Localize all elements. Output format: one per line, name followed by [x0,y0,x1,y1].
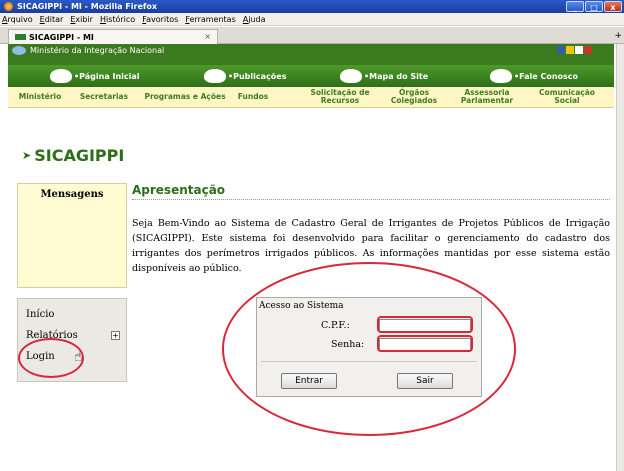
menu-historico[interactable]: Histórico [100,15,135,24]
nav-contact[interactable]: •Fale Conosco [490,69,578,83]
expand-icon[interactable]: + [111,331,120,340]
menu-comunicacao[interactable]: Comunicação Social [530,89,604,105]
tab-bar: SICAGIPPI - MI × + [0,27,624,44]
side-menu: Início Relatórios + Login ☝ [17,298,127,382]
login-panel: Acesso ao Sistema C.P.F.: Senha: Entrar … [256,297,482,397]
cpf-input[interactable] [379,319,471,332]
menu-arquivo[interactable]: Arquivo [2,15,33,24]
menu-solicitacao[interactable]: Solicitação de Recursos [310,89,370,105]
main-menu: Ministério Secretarias Programas e Ações… [8,87,614,108]
ministry-strip: Ministério da Integração Nacional [8,44,614,65]
pointer-hand-icon: ☝ [74,349,83,365]
menu-editar[interactable]: Editar [40,15,64,24]
cpf-label: C.P.F.: [321,320,350,331]
menu-secretarias[interactable]: Secretarias [76,93,132,101]
menu-favoritos[interactable]: Favoritos [142,15,178,24]
senha-input[interactable] [379,338,471,351]
messages-header: Mensagens [40,189,104,200]
browser-menubar: Arquivo Editar Exibir Histórico Favorito… [0,13,624,26]
arrow-icon: ➤ [22,149,32,162]
nav-publications[interactable]: •Publicações [204,69,286,83]
tab-sicagippi[interactable]: SICAGIPPI - MI × [8,29,218,44]
login-divider [261,361,477,362]
tab-label: SICAGIPPI - MI [29,32,94,42]
new-tab-button[interactable]: + [614,31,622,41]
tab-close-icon[interactable]: × [204,32,211,41]
top-navigation: •Página Inicial •Publicações •Mapa do Si… [8,65,614,87]
login-title: Acesso ao Sistema [259,301,344,311]
ministry-name: Ministério da Integração Nacional [30,46,165,55]
section-heading: Apresentação [132,183,226,197]
window-title: SICAGIPPI - MI - Mozilla Firefox [17,2,158,11]
exit-button[interactable]: Sair [397,373,453,389]
language-flags[interactable] [557,46,592,54]
menu-assessoria[interactable]: Assessoria Parlamentar [454,89,520,105]
intro-text: Seja Bem-Vindo ao Sistema de Cadastro Ge… [132,218,610,274]
menu-fundos[interactable]: Fundos [236,93,270,101]
maximize-button[interactable]: □ [585,1,603,12]
side-item-login[interactable]: Login [26,351,55,362]
vertical-scrollbar[interactable] [616,44,624,471]
close-window-button[interactable]: x [604,1,622,12]
site-favicon-icon [15,34,26,40]
enter-button[interactable]: Entrar [281,373,337,389]
menu-ferramentas[interactable]: Ferramentas [185,15,235,24]
senha-label: Senha: [331,339,365,350]
home-icon [50,69,72,83]
window-titlebar: SICAGIPPI - MI - Mozilla Firefox _ □ x [0,0,624,13]
menu-ministerio[interactable]: Ministério [16,93,64,101]
ministry-logo-icon [12,46,26,55]
sitemap-icon [340,69,362,83]
contact-icon [490,69,512,83]
firefox-icon [4,2,13,11]
nav-home[interactable]: •Página Inicial [50,69,140,83]
minimize-button[interactable]: _ [566,1,584,12]
page-title: ➤ SICAGIPPI [22,146,125,165]
publications-icon [204,69,226,83]
nav-sitemap[interactable]: •Mapa do Site [340,69,428,83]
menu-programas[interactable]: Programas e Ações [142,93,228,101]
divider [132,199,610,200]
menu-orgaos[interactable]: Órgãos Colegiados [388,89,440,105]
menu-exibir[interactable]: Exibir [70,15,93,24]
menu-ajuda[interactable]: Ajuda [243,15,266,24]
messages-panel: Mensagens [17,183,127,288]
side-item-inicio[interactable]: Início [26,309,54,320]
side-item-relatorios[interactable]: Relatórios [26,330,78,341]
